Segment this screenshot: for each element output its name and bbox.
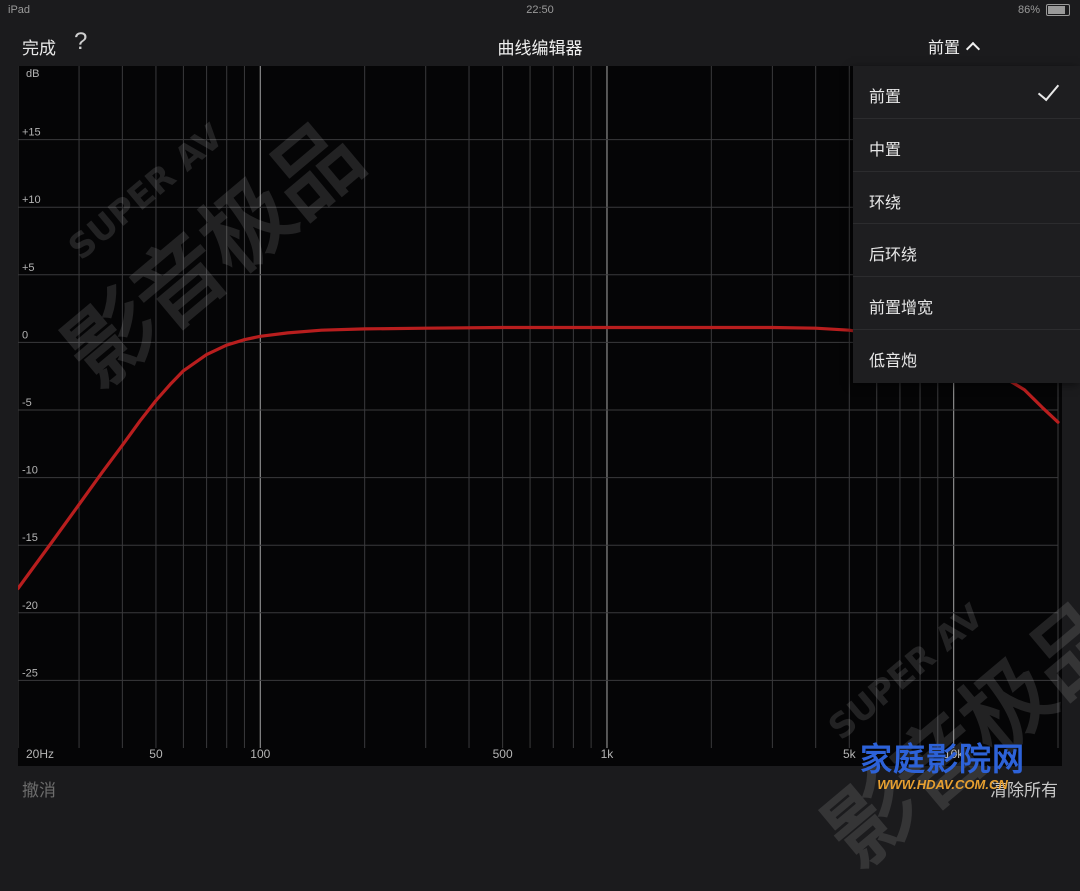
status-time: 22:50 bbox=[526, 4, 554, 16]
menu-item-label: 前置 bbox=[869, 89, 902, 106]
x-tick-label: 500 bbox=[493, 747, 513, 761]
menu-item-label: 前置增宽 bbox=[869, 300, 934, 318]
y-tick-label: +15 bbox=[22, 127, 41, 139]
y-tick-label: 0 bbox=[22, 329, 28, 341]
page-title: 曲线编辑器 bbox=[497, 39, 583, 58]
battery-icon bbox=[1046, 4, 1070, 16]
status-bar: iPad 22:50 86% bbox=[0, 0, 1080, 22]
menu-item[interactable]: 中置 bbox=[853, 119, 1080, 172]
site-url: WWW.HDAV.COM.CN bbox=[877, 777, 1008, 792]
menu-item-label: 环绕 bbox=[869, 194, 902, 212]
y-tick-label: -25 bbox=[22, 667, 38, 679]
channel-selector[interactable]: 前置 bbox=[928, 34, 981, 58]
y-axis-label: dB bbox=[26, 68, 39, 80]
channel-menu: 前置中置环绕后环绕前置增宽低音炮 bbox=[853, 66, 1080, 383]
y-tick-label: -20 bbox=[22, 600, 38, 612]
x-tick-label: 50 bbox=[149, 747, 163, 761]
battery-percent: 86% bbox=[1017, 4, 1040, 16]
nav-bar: 完成 ? 曲线编辑器 前置 bbox=[0, 22, 1080, 66]
y-tick-label: -15 bbox=[22, 532, 38, 544]
y-tick-label: +5 bbox=[22, 262, 35, 274]
menu-item[interactable]: 环绕 bbox=[853, 172, 1080, 225]
undo-button[interactable]: 撤消 bbox=[22, 776, 56, 801]
y-tick-label: -10 bbox=[22, 465, 38, 477]
battery-status: 86% bbox=[1018, 4, 1070, 16]
y-tick-label: -5 bbox=[22, 397, 32, 409]
channel-label: 前置 bbox=[928, 40, 961, 57]
menu-item[interactable]: 前置增宽 bbox=[853, 277, 1080, 330]
x-tick-label: 5k bbox=[843, 747, 857, 761]
menu-item[interactable]: 低音炮 bbox=[853, 330, 1080, 383]
x-tick-label: 20Hz bbox=[26, 747, 54, 761]
site-name: 家庭影院网 bbox=[860, 741, 1026, 777]
chevron-up-icon bbox=[965, 41, 981, 57]
checkmark-icon bbox=[1037, 78, 1060, 102]
y-tick-label: +10 bbox=[22, 194, 41, 206]
menu-item[interactable]: 前置 bbox=[853, 66, 1080, 119]
site-logo: 家庭影院网 WWW.HDAV.COM.CN bbox=[860, 742, 1025, 794]
menu-item-label: 后环绕 bbox=[869, 247, 918, 265]
x-tick-label: 1k bbox=[601, 747, 615, 761]
menu-item-label: 低音炮 bbox=[869, 352, 918, 370]
x-tick-label: 100 bbox=[250, 747, 270, 761]
menu-item-label: 中置 bbox=[869, 141, 902, 159]
menu-item[interactable]: 后环绕 bbox=[853, 224, 1080, 278]
